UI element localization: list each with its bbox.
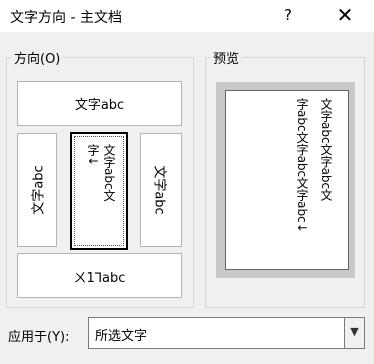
help-button[interactable]: ? [278,4,298,26]
option-label: ㄨ1⅂abc [73,271,126,286]
option-label: 文字abc [31,165,47,215]
option-label: 文字abc [74,98,125,113]
preview-text-col2: 字abc文字abc文字abc↓ [295,98,309,233]
direction-option-vertical-selected[interactable]: 文字abc文 字↓ [70,132,128,250]
preview-legend: 预览 [213,52,240,67]
option-label: 文字abc [151,165,167,215]
apply-to-value: 所选文字 [95,329,148,344]
preview-text-col1: 文字abc文字abc文 [319,98,333,202]
direction-option-horizontal-reversed[interactable]: ㄨ1⅂abc [17,253,182,298]
chevron-down-icon[interactable]: ▼ [344,318,364,348]
direction-option-vertical-right[interactable]: 文字abc [140,133,182,247]
apply-to-select[interactable]: 所选文字 ▼ [88,317,365,349]
window-title: 文字方向 - 主文档 [10,10,122,26]
close-button[interactable]: ✕ [332,4,358,28]
option-label-col1: 文字abc文 [102,144,116,202]
direction-option-vertical-left[interactable]: 文字abc [17,133,57,247]
title-bar: 文字方向 - 主文档 ? ✕ [0,0,374,32]
direction-option-horizontal[interactable]: 文字abc [17,81,182,126]
apply-to-label: 应用于(Y): [8,330,70,345]
option-label-col2: 字↓ [86,144,100,167]
direction-legend: 方向(O) [14,52,61,67]
